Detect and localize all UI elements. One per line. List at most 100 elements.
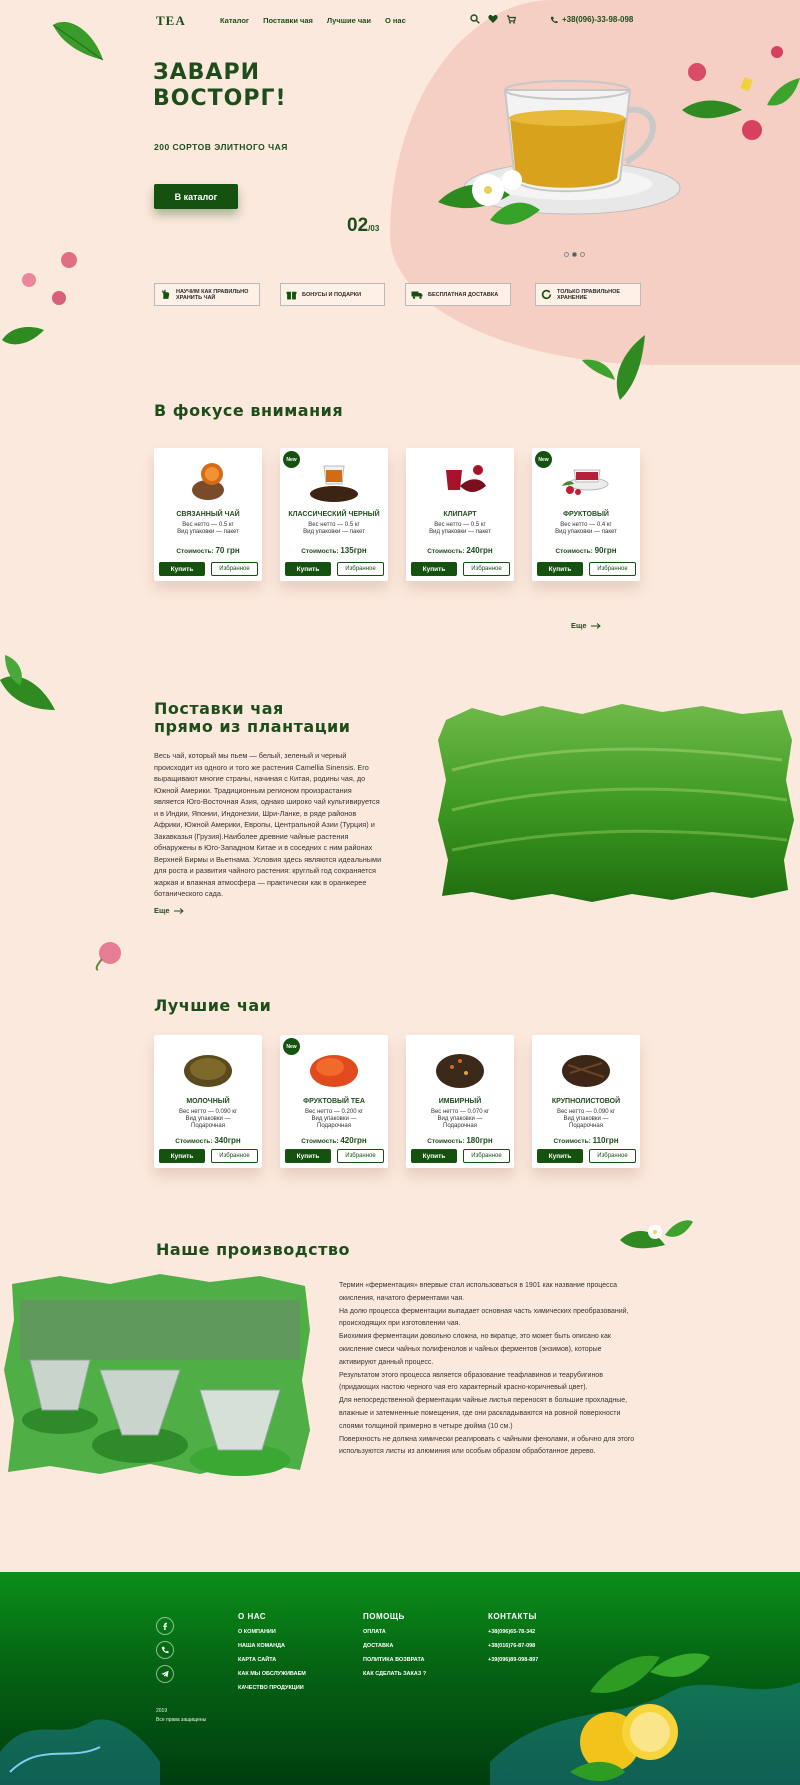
footer-link[interactable]: КАК СДЕЛАТЬ ЗАКАЗ ? (363, 1671, 426, 1677)
hibiscus-tea-image (446, 465, 486, 492)
footer-phone[interactable]: +39(096)89-098-897 (488, 1657, 538, 1663)
product-name: ИМБИРНЫЙ (438, 1098, 482, 1105)
facebook-link[interactable] (156, 1617, 174, 1635)
hero-title-line2: ВОСТОРГ! (153, 86, 287, 111)
slide-current: 02 (347, 215, 369, 236)
large-leaf-tea-image (562, 1055, 610, 1087)
viber-icon (161, 1646, 169, 1654)
favorite-button[interactable]: Избранное (463, 562, 510, 576)
buy-button[interactable]: Купить (285, 562, 331, 576)
buy-button[interactable]: Купить (411, 562, 457, 576)
product-price: Стоимость: 340грн (175, 1136, 241, 1145)
feature-proper-storage: ТОЛЬКО ПРАВИЛЬНОЕ ХРАНЕНИЕ (535, 283, 641, 306)
feature-text-line1: ТОЛЬКО ПРАВИЛЬНОЕ (557, 288, 621, 295)
phone-icon (550, 16, 558, 23)
nav-item-supply[interactable]: Поставки чая (263, 16, 313, 25)
search-icon[interactable] (470, 14, 480, 24)
product-meta: Вес нетто — 0.070 кг Вид упаковки — Подаро… (430, 1109, 490, 1129)
favorite-button[interactable]: Избранное (211, 1149, 258, 1163)
focus-section-title: В фокусе внимания (154, 401, 344, 420)
nav-item-best[interactable]: Лучшие чаи (327, 16, 371, 25)
footer-phone[interactable]: +38(016)76-87-098 (488, 1643, 538, 1649)
product-card: КЛИПАРТ Вес нетто — 0.5 кг Вид упаковки —… (406, 448, 514, 581)
slide-total: /03 (368, 224, 380, 233)
buy-button[interactable]: Купить (537, 1149, 583, 1163)
buy-button[interactable]: Купить (159, 1149, 205, 1163)
heart-icon[interactable] (488, 14, 498, 24)
truck-icon (411, 291, 423, 299)
product-price: Стоимость: 240грн (427, 546, 493, 555)
footer-link[interactable]: ОПЛАТА (363, 1629, 426, 1635)
footer-help-column: ПОМОЩЬ ОПЛАТА ДОСТАВКА ПОЛИТИКА ВОЗВРАТА… (363, 1612, 426, 1677)
ginger-tea-image (436, 1054, 484, 1088)
supply-paragraph: Весь чай, который мы пьем — белый, зелен… (154, 751, 382, 898)
favorite-button[interactable]: Избранное (211, 562, 258, 576)
footer-contacts-title: КОНТАКТЫ (488, 1612, 537, 1621)
telegram-link[interactable] (156, 1665, 174, 1683)
social-links (156, 1617, 174, 1683)
slider-dot-3[interactable] (580, 252, 585, 257)
footer-link[interactable]: НАША КОМАНДА (238, 1643, 306, 1649)
hero-title-line1: ЗАВАРИ (153, 60, 260, 85)
leaf-decoration-icon (2, 327, 44, 345)
product-card: СВЯЗАННЫЙ ЧАЙ Вес нетто — 0.5 кг Вид упак… (154, 448, 262, 581)
footer-link[interactable]: КАК МЫ ОБСЛУЖИВАЕМ (238, 1671, 306, 1677)
black-tea-image (310, 465, 358, 502)
viber-link[interactable] (156, 1641, 174, 1659)
slide-counter: 02/03 (347, 215, 379, 237)
product-card: КРУПНОЛИСТОВОЙ Вес нетто — 0.090 кг Вид у… (532, 1035, 640, 1168)
gift-icon (286, 291, 297, 300)
tea-cup-image (438, 80, 681, 225)
feature-text-line1: БОНУСЫ И ПОДАРКИ (302, 291, 362, 298)
buy-button[interactable]: Купить (159, 562, 205, 576)
footer-link[interactable]: ПОЛИТИКА ВОЗВРАТА (363, 1657, 426, 1663)
favorite-button[interactable]: Избранное (589, 562, 636, 576)
refresh-icon (541, 289, 552, 300)
footer-help-title: ПОМОЩЬ (363, 1612, 405, 1621)
favorite-button[interactable]: Избранное (589, 1149, 636, 1163)
telegram-icon (161, 1670, 169, 1678)
product-meta: Вес нетто — 0.200 кг Вид упаковки — Подаро… (304, 1109, 364, 1129)
fruit-mix-image (310, 1055, 358, 1087)
slider-dot-1[interactable] (564, 252, 569, 257)
best-section-title: Лучшие чаи (154, 996, 272, 1015)
focus-more-link[interactable]: Еще (571, 621, 601, 630)
cart-icon[interactable] (506, 14, 516, 24)
product-price: Стоимость: 180грн (427, 1136, 493, 1145)
milk-oolong-image (184, 1055, 232, 1087)
product-price: Стоимость: 135грн (301, 546, 367, 555)
slider-dot-2[interactable] (572, 252, 577, 257)
footer-link[interactable]: КАЧЕСТВО ПРОДУКЦИИ (238, 1685, 306, 1691)
hero-title: ЗАВАРИ ВОСТОРГ! (153, 60, 287, 112)
product-meta: Вес нетто — 0.090 кг Вид упаковки — Подаро… (556, 1109, 616, 1129)
buy-button[interactable]: Купить (411, 1149, 457, 1163)
product-meta: Вес нетто — 0.5 кг Вид упаковки — пакет (303, 522, 365, 535)
site-logo[interactable]: TEA (156, 13, 186, 29)
berries-leaves-decoration-icon (682, 46, 800, 140)
product-card: МОЛОЧНЫЙ Вес нетто — 0.090 кг Вид упаковк… (154, 1035, 262, 1168)
footer-link[interactable]: ДОСТАВКА (363, 1643, 426, 1649)
footer-link[interactable]: О КОМПАНИИ (238, 1629, 306, 1635)
supply-more-link[interactable]: Еще (154, 906, 184, 915)
favorite-button[interactable]: Избранное (337, 562, 384, 576)
nav-item-catalog[interactable]: Каталог (220, 16, 249, 25)
new-badge: New (283, 1038, 300, 1055)
footer-link[interactable]: КАРТА САЙТА (238, 1657, 306, 1663)
catalog-button[interactable]: В каталог (154, 184, 238, 209)
buy-button[interactable]: Купить (285, 1149, 331, 1163)
buy-button[interactable]: Купить (537, 562, 583, 576)
product-card: New ФРУКТОВЫЙ TEA Вес нетто — 0.200 кг Ви… (280, 1035, 388, 1168)
header-phone[interactable]: +38(096)-33-98-098 (550, 15, 633, 24)
feature-storage-tips: НАУЧИМ КАК ПРАВИЛЬНО ХРАНИТЬ ЧАЙ (154, 283, 260, 306)
footer-phone[interactable]: +38(096)65-78-342 (488, 1629, 538, 1635)
product-price: Стоимость: 70 грн (176, 546, 240, 555)
nav-item-about[interactable]: О нас (385, 16, 406, 25)
favorite-button[interactable]: Избранное (463, 1149, 510, 1163)
tea-plantation-image (438, 704, 794, 902)
feature-text-line1: БЕСПЛАТНАЯ ДОСТАВКА (428, 291, 499, 298)
favorite-button[interactable]: Избранное (337, 1149, 384, 1163)
product-name: КЛИПАРТ (443, 511, 477, 518)
fruit-tea-image (562, 469, 609, 495)
product-name: КРУПНОЛИСТОВОЙ (551, 1098, 621, 1105)
product-card: New КЛАССИЧЕСКИЙ ЧЕРНЫЙ Вес нетто — 0.5 … (280, 448, 388, 581)
